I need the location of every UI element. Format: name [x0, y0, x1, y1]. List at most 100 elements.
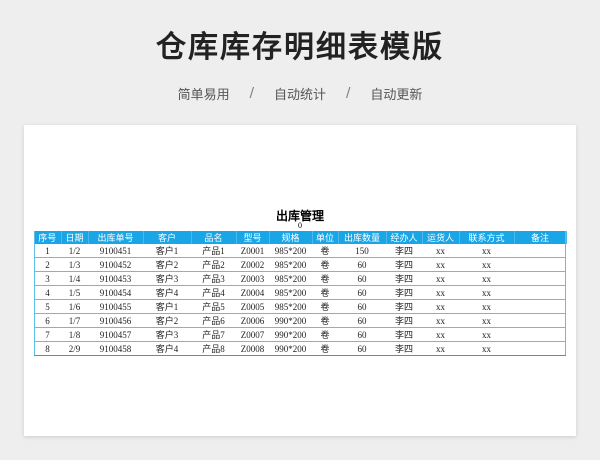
table-cell: 客户3 [143, 327, 191, 342]
table-cell: 李四 [386, 244, 422, 258]
table-cell: 1/2 [61, 244, 88, 258]
table-cell [514, 285, 566, 300]
table-cell: 产品6 [191, 313, 236, 328]
table-cell: 卷 [312, 285, 338, 300]
table-cell: 李四 [386, 285, 422, 300]
table-cell: 60 [338, 257, 386, 272]
column-header: 客户 [143, 231, 192, 244]
table-cell: xx [422, 271, 459, 286]
table-cell: 60 [338, 313, 386, 328]
table-cell: 产品8 [191, 341, 236, 356]
column-header: 联系方式 [459, 231, 515, 244]
table-row: 5 1/6 9100455 客户1 产品5 Z0005 985*200 卷 60 李四 xx xx [34, 299, 566, 314]
table-cell: Z0007 [236, 327, 269, 342]
table-cell: xx [459, 271, 514, 286]
table-cell: 1/7 [61, 313, 88, 328]
table-cell: 产品2 [191, 257, 236, 272]
table-cell: 9100452 [88, 257, 143, 272]
table-cell: 客户2 [143, 313, 191, 328]
table-cell: 990*200 [269, 327, 312, 342]
table-cell: 客户4 [143, 341, 191, 356]
table-cell [514, 257, 566, 272]
table-cell: 李四 [386, 341, 422, 356]
table-cell: 60 [338, 285, 386, 300]
column-header: 单位 [312, 231, 339, 244]
table-cell: xx [422, 313, 459, 328]
table-cell: 1/3 [61, 257, 88, 272]
table-cell: 5 [34, 299, 61, 314]
table-cell: 客户3 [143, 271, 191, 286]
table-cell: 李四 [386, 271, 422, 286]
table-cell: xx [422, 327, 459, 342]
table-cell: 9100458 [88, 341, 143, 356]
table-cell: 产品4 [191, 285, 236, 300]
spreadsheet-preview: 出库管理 0 序号 日期 出库单号 客户 品名 型号 规格 单位 出库数量 经办人 运货人 联系方式备… [24, 125, 576, 436]
table-cell: xx [422, 244, 459, 258]
table-cell: 9100453 [88, 271, 143, 286]
table-cell: 985*200 [269, 257, 312, 272]
column-header: 日期 [61, 231, 89, 244]
table-cell: 客户1 [143, 299, 191, 314]
column-header: 规格 [269, 231, 313, 244]
table-cell: 990*200 [269, 313, 312, 328]
table-row: 4 1/5 9100454 客户4 产品4 Z0004 985*200 卷 60 李四 xx xx [34, 285, 566, 300]
table-cell: 1/6 [61, 299, 88, 314]
table-cell: 4 [34, 285, 61, 300]
table-cell: 2/9 [61, 341, 88, 356]
table-cell [514, 327, 566, 342]
table-cell: Z0008 [236, 341, 269, 356]
table-cell: 60 [338, 327, 386, 342]
table-cell: 8 [34, 341, 61, 356]
tag-easy: 简单易用 [177, 88, 230, 103]
table-cell: 李四 [386, 313, 422, 328]
table-cell [514, 244, 566, 258]
table-cell: xx [459, 341, 514, 356]
table-cell: 卷 [312, 299, 338, 314]
column-header: 品名 [191, 231, 237, 244]
page-title: 仓库库存明细表模版 [156, 30, 444, 65]
column-header: 经办人 [386, 231, 423, 244]
table-row: 1 1/2 9100451 客户1 产品1 Z0001 985*200 卷 150 李四 xx xx [34, 244, 566, 258]
table-cell: xx [422, 257, 459, 272]
column-header: 出库数量 [338, 231, 387, 244]
table-cell: 60 [338, 299, 386, 314]
table-cell: 李四 [386, 327, 422, 342]
table-cell: Z0006 [236, 313, 269, 328]
table-cell: 1/8 [61, 327, 88, 342]
table-cell: Z0004 [236, 285, 269, 300]
sheet-subtitle: 0 [298, 221, 302, 230]
table-cell: 1/5 [61, 285, 88, 300]
table-cell: 985*200 [269, 244, 312, 258]
table-cell: 1 [34, 244, 61, 258]
table-cell [514, 313, 566, 328]
tag-auto-update: 自动更新 [370, 88, 423, 103]
tag-separator: / [249, 86, 254, 101]
table-body: 1 1/2 9100451 客户1 产品1 Z0001 985*200 卷 150 李四 xx xx 2… [34, 244, 566, 356]
column-header: 出库单号 [88, 231, 144, 244]
table-cell: 6 [34, 313, 61, 328]
table-cell: 9100456 [88, 313, 143, 328]
table-cell: 客户1 [143, 244, 191, 258]
table-cell: 产品5 [191, 299, 236, 314]
table-cell: Z0005 [236, 299, 269, 314]
table-cell [514, 271, 566, 286]
table-cell: 客户4 [143, 285, 191, 300]
table-cell [514, 341, 566, 356]
table-row: 6 1/7 9100456 客户2 产品6 Z0006 990*200 卷 60 李四 xx xx [34, 313, 566, 328]
table-cell: 3 [34, 271, 61, 286]
table-cell: 985*200 [269, 271, 312, 286]
table-cell: xx [459, 285, 514, 300]
column-header: 序号 [34, 231, 62, 244]
column-header: 型号 [236, 231, 270, 244]
column-header: 运货人 [422, 231, 460, 244]
table-cell: 卷 [312, 244, 338, 258]
table-cell: xx [422, 341, 459, 356]
table-cell: 产品3 [191, 271, 236, 286]
feature-tags: 简单易用 / 自动统计 / 自动更新 [0, 84, 600, 103]
table-cell: 1/4 [61, 271, 88, 286]
table-cell: 李四 [386, 299, 422, 314]
table-cell: xx [459, 244, 514, 258]
table-cell: 李四 [386, 257, 422, 272]
table-cell: 9100457 [88, 327, 143, 342]
table-cell: 9100454 [88, 285, 143, 300]
